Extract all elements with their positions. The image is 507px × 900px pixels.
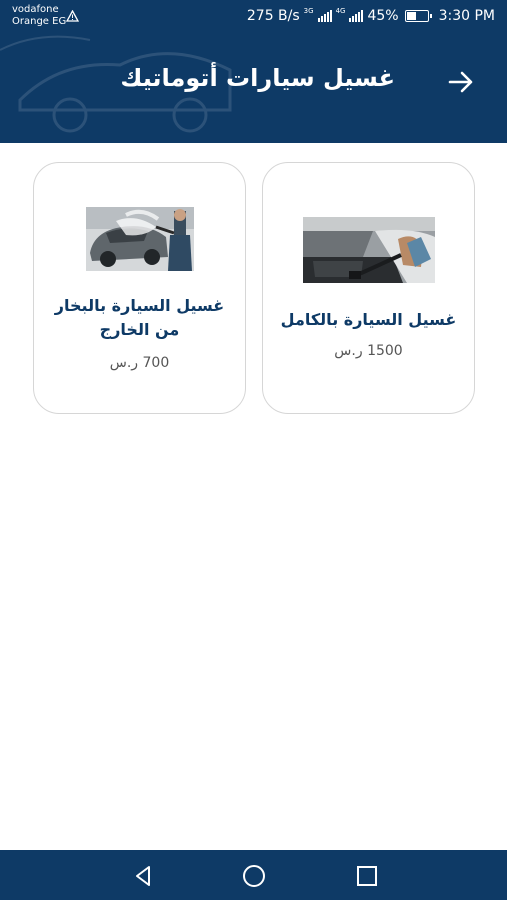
carrier-name: vodafone [12,4,59,15]
signal-icon [349,10,364,22]
service-card[interactable]: غسيل السيارة بالكامل 1500 ر.س [262,162,475,414]
title-row: غسيل سيارات أتوماتيك [0,58,507,106]
arrow-right-icon [448,71,473,93]
service-card[interactable]: غسيل السيارة بالبخار من الخارج 700 ر.س [33,162,246,414]
warning-icon [66,10,79,22]
steam-wash-photo [86,207,194,271]
app-header: vodafone Orange EG 275 B/s 3G 4G 45% 3:3… [0,0,507,143]
signal-icon [317,10,332,22]
nav-recents-icon[interactable] [354,863,380,889]
status-indicators: 275 B/s 3G 4G 45% 3:30 PM [247,7,495,25]
battery-icon [404,10,432,22]
nav-back-icon[interactable] [130,863,156,889]
network-type-2: 4G [335,7,346,15]
service-price: 700 ر.س [109,355,170,371]
back-button[interactable] [445,66,477,98]
network-speed: 275 B/s [246,8,300,24]
clock: 3:30 PM [438,8,495,24]
service-name: غسيل السيارة بالبخار من الخارج [54,296,225,339]
status-bar: vodafone Orange EG 275 B/s 3G 4G 45% 3:3… [0,0,507,34]
carrier-secondary: Orange EG [12,16,67,27]
interior-vacuum-photo [303,217,435,283]
service-name: غسيل السيارة بالكامل [280,310,457,329]
system-nav-bar [0,850,507,900]
carrier-info: vodafone Orange EG [12,4,66,28]
nav-home-icon[interactable] [241,863,267,889]
network-type-1: 3G [303,7,314,15]
service-price: 1500 ر.س [334,343,403,359]
battery-percent: 45% [367,8,399,24]
page-title: غسيل سيارات أتوماتيك [120,64,395,92]
